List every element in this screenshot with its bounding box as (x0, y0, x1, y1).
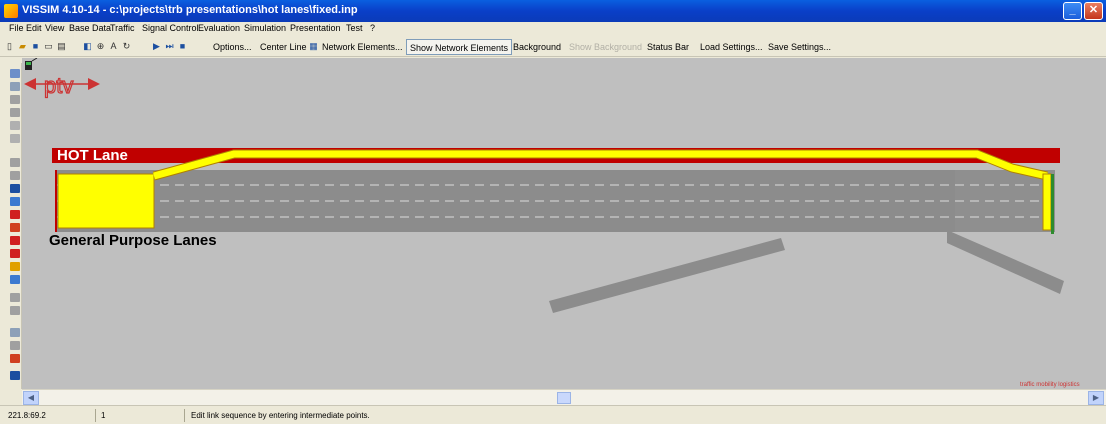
yield-sign-icon[interactable] (10, 236, 20, 245)
menu-help[interactable]: ? (370, 23, 375, 33)
traffic-light-icon[interactable] (10, 262, 20, 271)
load-settings-button[interactable]: Load Settings... (700, 39, 763, 55)
open-folder-icon[interactable]: ▰ (17, 41, 28, 52)
menu-test[interactable]: Test (346, 23, 363, 33)
status-count: 1 (101, 411, 106, 420)
status-coordinates: 221.8:69.2 (8, 411, 46, 420)
detector-icon[interactable] (10, 210, 20, 219)
menu-bar: File Edit View Base Data Traffic Signal … (0, 22, 1106, 36)
network-elements-icon: ▦ (309, 41, 318, 51)
node-icon[interactable] (10, 306, 20, 315)
minimize-button[interactable]: _ (1063, 2, 1082, 20)
window-title: VISSIM 4.10-14 - c:\projects\trb present… (22, 4, 358, 16)
routing-tool-icon[interactable] (10, 121, 20, 130)
ptv-tagline: traffic mobility logistics (1020, 382, 1080, 388)
options-button[interactable]: Options... (213, 39, 252, 55)
scroll-thumb[interactable] (557, 392, 571, 404)
network-tools-toolbar (8, 63, 22, 389)
status-bar: 221.8:69.2 1 Edit link sequence by enter… (0, 405, 1106, 424)
travel-time-icon[interactable] (10, 328, 20, 337)
horizontal-scrollbar[interactable]: ◀ ▶ (22, 389, 1106, 405)
close-button[interactable]: ✕ (1084, 2, 1103, 20)
hot-lane-label: HOT Lane (57, 147, 128, 164)
save-settings-button[interactable]: Save Settings... (768, 39, 831, 55)
toolbar: ▯ ▰ ■ ▭ ▤ ◧ ⊕ A ↻ ▶ ⏭ ■ Options... Cente… (0, 37, 1106, 57)
ptv-logo-text: ptv (44, 73, 73, 98)
speed-decision-icon[interactable] (10, 134, 20, 143)
select-icon[interactable]: ◧ (82, 41, 93, 52)
single-step-icon[interactable]: ⏭ (164, 41, 175, 52)
vissim-app-icon[interactable] (4, 4, 18, 18)
pt-line-icon[interactable] (10, 293, 20, 302)
status-bar-button[interactable]: Status Bar (647, 39, 689, 55)
menu-view[interactable]: View (45, 23, 64, 33)
parking-lot-icon[interactable] (10, 371, 20, 380)
rotate-icon[interactable]: ↻ (121, 41, 132, 52)
new-file-icon[interactable]: ▯ (4, 41, 15, 52)
queue-counter-icon[interactable] (10, 341, 20, 350)
run-simulation-icon[interactable]: ▶ (151, 41, 162, 52)
link-end-marker (1051, 174, 1054, 234)
show-background-button[interactable]: Show Background (569, 39, 642, 55)
off-ramp[interactable] (947, 230, 1064, 294)
status-separator (95, 409, 96, 422)
print-preview-icon[interactable]: ▭ (43, 41, 54, 52)
on-ramp[interactable] (549, 238, 785, 313)
general-purpose-lanes-label: General Purpose Lanes (49, 232, 217, 249)
scroll-left-arrow-icon[interactable]: ◀ (23, 391, 39, 405)
warning-sign-icon[interactable] (10, 223, 20, 232)
menu-presentation[interactable]: Presentation (290, 23, 341, 33)
center-line-button[interactable]: Center Line (260, 39, 307, 55)
show-network-elements-button[interactable]: Show Network Elements (406, 39, 513, 55)
menu-simulation[interactable]: Simulation (244, 23, 286, 33)
print-icon[interactable]: ▤ (56, 41, 67, 52)
menu-base-data[interactable]: Base Data (69, 23, 111, 33)
text-icon[interactable]: A (108, 41, 119, 52)
network-drawing (52, 148, 1064, 313)
parking-tool-icon[interactable] (10, 95, 20, 104)
menu-traffic[interactable]: Traffic (110, 23, 135, 33)
background-button[interactable]: Background (513, 39, 561, 55)
reduced-speed-icon[interactable] (10, 158, 20, 167)
status-message: Edit link sequence by entering intermedi… (191, 411, 370, 420)
menu-evaluation[interactable]: Evaluation (198, 23, 240, 33)
selected-area-right[interactable] (1042, 173, 1052, 231)
stop-simulation-icon[interactable]: ■ (177, 41, 188, 52)
link-tool-icon[interactable] (10, 69, 20, 78)
network-elements-button[interactable]: Network Elements... (322, 39, 403, 55)
save-icon[interactable]: ■ (30, 41, 41, 52)
vehicle-input-icon[interactable] (10, 108, 20, 117)
scroll-right-arrow-icon[interactable]: ▶ (1088, 391, 1104, 405)
transit-stop-icon[interactable] (10, 275, 20, 284)
network-canvas[interactable]: HOT Lane General Purpose Lanes ptv traff… (22, 58, 1106, 389)
connector-tool-icon[interactable] (10, 82, 20, 91)
stop-icon[interactable] (10, 249, 20, 258)
data-collection-icon[interactable] (10, 354, 20, 363)
menu-file[interactable]: File (9, 23, 24, 33)
link-start-marker (55, 170, 57, 232)
priority-rule-icon[interactable] (10, 171, 20, 180)
selected-area-left[interactable] (57, 173, 155, 229)
ptv-logo: ptv (24, 72, 100, 99)
status-separator (184, 409, 185, 422)
zoom-icon[interactable]: ⊕ (95, 41, 106, 52)
menu-edit[interactable]: Edit (26, 23, 42, 33)
menu-signal-control[interactable]: Signal Control (142, 23, 199, 33)
title-bar: VISSIM 4.10-14 - c:\projects\trb present… (0, 0, 1106, 22)
vissim-window: VISSIM 4.10-14 - c:\projects\trb present… (0, 0, 1106, 424)
signal-head-icon[interactable] (10, 197, 20, 206)
stop-sign-icon[interactable] (10, 184, 20, 193)
